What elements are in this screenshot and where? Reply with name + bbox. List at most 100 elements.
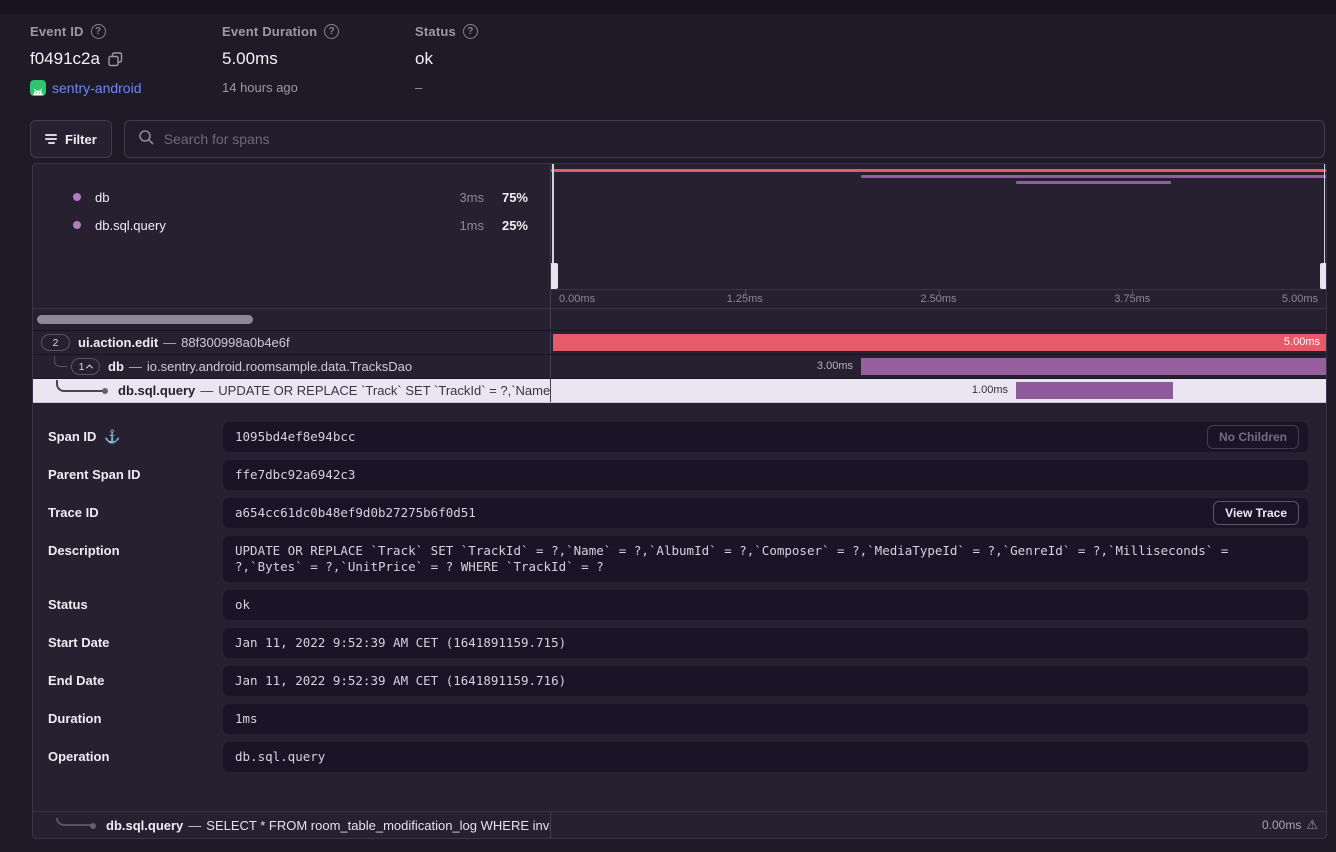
span-duration-label: 0.00ms	[1262, 818, 1301, 832]
minimap-left-handle[interactable]	[552, 164, 554, 289]
search-input[interactable]	[164, 131, 1311, 147]
span-row-db-sql-query-select[interactable]: db.sql.query—SELECT * FROM room_table_mo…	[33, 811, 1326, 838]
detail-row-description: Description UPDATE OR REPLACE `Track` SE…	[48, 536, 1308, 582]
axis-label: 3.75ms	[1114, 293, 1150, 305]
detail-value: ok	[223, 590, 1308, 620]
span-search-box[interactable]	[124, 120, 1325, 158]
detail-value: 1095bd4ef8e94bcc No Children	[223, 422, 1308, 452]
copy-icon[interactable]	[108, 52, 123, 67]
detail-row-end-date: End Date Jan 11, 2022 9:52:39 AM CET (16…	[48, 666, 1308, 696]
event-id-label: Event ID	[30, 24, 84, 39]
status-label: Status	[415, 24, 456, 39]
help-icon[interactable]: ?	[463, 24, 478, 39]
chevron-up-icon	[86, 364, 93, 371]
detail-row-duration: Duration 1ms	[48, 704, 1308, 734]
operations-legend: db 3ms 75% db.sql.query 1ms 25%	[33, 164, 550, 308]
span-description: io.sentry.android.roomsample.data.Tracks…	[147, 359, 412, 374]
minimap-bars	[551, 164, 1326, 289]
detail-value: ffe7dbc92a6942c3	[223, 460, 1308, 490]
detail-label: Start Date	[48, 635, 109, 650]
span-row-db[interactable]: 1 db—io.sentry.android.roomsample.data.T…	[33, 355, 1326, 379]
legend-item-db[interactable]: db 3ms 75%	[33, 183, 550, 211]
trace-header-section: db 3ms 75% db.sql.query 1ms 25%	[33, 164, 1326, 309]
view-trace-button[interactable]: View Trace	[1213, 501, 1299, 525]
help-icon[interactable]: ?	[324, 24, 339, 39]
filter-icon	[45, 134, 57, 144]
event-id-column: Event ID ? f0491c2a sentry-android	[30, 14, 222, 110]
axis-label: 0.00ms	[559, 293, 595, 305]
top-strip	[0, 0, 1336, 14]
android-platform-icon	[30, 80, 46, 96]
detail-row-span-id: Span ID ⚓ 1095bd4ef8e94bcc No Children	[48, 422, 1308, 452]
detail-row-trace-id: Trace ID a654cc61dc0b48ef9d0b27275b6f0d5…	[48, 498, 1308, 528]
detail-value: db.sql.query	[223, 742, 1308, 772]
warning-icon: ⚠	[1306, 817, 1318, 833]
span-duration-bar: 5.00ms	[553, 334, 1326, 351]
tree-scrollbar-thumb[interactable]	[37, 315, 253, 324]
detail-row-parent-span-id: Parent Span ID ffe7dbc92a6942c3	[48, 460, 1308, 490]
trace-view: db 3ms 75% db.sql.query 1ms 25%	[32, 163, 1327, 839]
span-children-toggle[interactable]: 2	[41, 334, 70, 351]
detail-label: Status	[48, 597, 88, 612]
detail-value: UPDATE OR REPLACE `Track` SET `TrackId` …	[223, 536, 1308, 582]
span-row-db-sql-query-selected[interactable]: db.sql.query—UPDATE OR REPLACE `Track` S…	[33, 379, 1326, 403]
tree-scrollbar-track	[33, 309, 1326, 331]
legend-op-duration: 3ms	[436, 190, 484, 205]
detail-label: Span ID	[48, 429, 96, 444]
detail-label: Duration	[48, 711, 101, 726]
detail-label: Description	[48, 543, 120, 558]
no-children-button: No Children	[1207, 425, 1299, 449]
trace-minimap[interactable]: 0.00ms 1.25ms 2.50ms 3.75ms 5.00ms	[550, 164, 1326, 308]
filter-button-label: Filter	[65, 132, 97, 147]
span-detail-panel: Span ID ⚓ 1095bd4ef8e94bcc No Children Pa…	[33, 403, 1326, 811]
event-duration-column: Event Duration ? 5.00ms 14 hours ago	[222, 14, 415, 110]
span-description: SELECT * FROM room_table_modification_lo…	[206, 818, 550, 833]
detail-label: Operation	[48, 749, 109, 764]
status-sub: –	[415, 80, 422, 95]
event-duration-label: Event Duration	[222, 24, 317, 39]
legend-op-percent: 25%	[484, 218, 528, 233]
event-id-label-row: Event ID ?	[30, 24, 222, 39]
span-description: UPDATE OR REPLACE `Track` SET `TrackId` …	[218, 383, 550, 398]
help-icon[interactable]: ?	[91, 24, 106, 39]
span-op: db.sql.query	[106, 818, 183, 833]
minimap-right-handle[interactable]	[1324, 164, 1326, 289]
status-value: ok	[415, 49, 433, 69]
search-icon	[138, 129, 154, 150]
detail-label: Parent Span ID	[48, 467, 140, 482]
span-description: 88f300998a0b4e6f	[181, 335, 289, 350]
event-age: 14 hours ago	[222, 80, 298, 95]
span-children-toggle[interactable]: 1	[71, 358, 100, 375]
span-row-ui-action-edit[interactable]: 2 ui.action.edit—88f300998a0b4e6f 5.00ms	[33, 331, 1326, 355]
op-color-dot	[73, 193, 81, 201]
span-duration-label: 5.00ms	[1284, 336, 1320, 348]
span-duration-bar	[861, 358, 1326, 375]
legend-item-db-sql-query[interactable]: db.sql.query 1ms 25%	[33, 211, 550, 239]
detail-value: Jan 11, 2022 9:52:39 AM CET (1641891159.…	[223, 628, 1308, 658]
span-toolbar: Filter	[30, 120, 1325, 158]
tree-connector	[56, 380, 104, 392]
tree-connector	[56, 818, 92, 827]
span-duration-label: 3.00ms	[817, 360, 853, 372]
project-link[interactable]: sentry-android	[52, 80, 142, 96]
axis-label: 5.00ms	[1282, 293, 1318, 305]
detail-value: 1ms	[223, 704, 1308, 734]
detail-row-start-date: Start Date Jan 11, 2022 9:52:39 AM CET (…	[48, 628, 1308, 658]
legend-op-percent: 75%	[484, 190, 528, 205]
minimap-bar	[861, 175, 1326, 178]
status-column: Status ? ok –	[415, 14, 478, 110]
minimap-bar	[551, 169, 1326, 172]
span-op: db.sql.query	[118, 383, 195, 398]
event-id-value: f0491c2a	[30, 49, 100, 69]
legend-op-duration: 1ms	[436, 218, 484, 233]
filter-button[interactable]: Filter	[30, 120, 112, 158]
event-duration-value: 5.00ms	[222, 49, 278, 69]
detail-value: a654cc61dc0b48ef9d0b27275b6f0d51 View Tr…	[223, 498, 1308, 528]
legend-op-name: db.sql.query	[95, 218, 166, 233]
span-duration-bar	[1016, 382, 1173, 399]
tree-timeline-divider	[550, 309, 551, 330]
axis-label: 1.25ms	[727, 293, 763, 305]
span-op: ui.action.edit	[78, 335, 158, 350]
anchor-icon[interactable]: ⚓	[104, 429, 120, 445]
detail-value: Jan 11, 2022 9:52:39 AM CET (1641891159.…	[223, 666, 1308, 696]
